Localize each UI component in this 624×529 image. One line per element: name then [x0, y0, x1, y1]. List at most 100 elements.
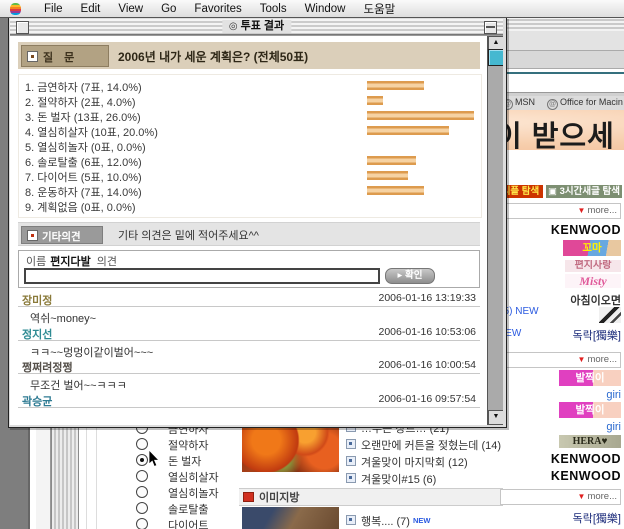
- menu-item-도움말[interactable]: 도움말: [354, 1, 404, 17]
- other-opinion-header: 기타의견 기타 의견은 밑에 적어주세요^^: [18, 222, 480, 246]
- vote-option-label: 솔로탈출: [168, 501, 208, 517]
- radio-button[interactable]: [136, 438, 148, 450]
- list-bullet-icon: [346, 456, 356, 466]
- vote-option-row: 솔로탈출: [102, 500, 252, 516]
- sidebar-banner-image[interactable]: 발찍이: [559, 402, 621, 418]
- poll-result-bar: [367, 111, 474, 120]
- poll-result-bar: [367, 186, 424, 195]
- comment-divider: [18, 407, 480, 408]
- question-label-box: 질 문: [21, 45, 109, 67]
- windowshade-box-icon[interactable]: [484, 21, 497, 34]
- more-link[interactable]: ▼more...: [578, 491, 617, 502]
- comment-divider: [18, 340, 480, 341]
- menu-item-Tools[interactable]: Tools: [251, 3, 296, 15]
- sidebar-text-item[interactable]: 아침이오면: [570, 292, 621, 308]
- new-badge: NEW: [413, 516, 431, 525]
- image-room-title: 이미지방: [259, 492, 299, 504]
- poll-result-row: 5. 열심히놀자 (0표, 0.0%): [19, 138, 479, 153]
- more-link[interactable]: ▼more...: [578, 205, 617, 216]
- image-room-header: 이미지방: [239, 488, 503, 506]
- menu-item-Window[interactable]: Window: [296, 3, 355, 15]
- image-room-item[interactable]: 행복.... (7)NEW: [346, 513, 430, 529]
- comment-timestamp: 2006-01-16 13:19:33: [379, 292, 477, 304]
- other-opinion-hint: 기타 의견은 밑에 적어주세요^^: [118, 227, 259, 243]
- sidebar-banner-image[interactable]: 꼬마: [563, 240, 621, 256]
- kenwood-logo[interactable]: KENWOOD: [551, 452, 621, 466]
- screen: FileEditViewGoFavoritesToolsWindow도움말 @ M…: [0, 0, 624, 529]
- sidebar-link[interactable]: giri: [606, 421, 621, 433]
- more-box[interactable]: ▼more...: [500, 352, 621, 368]
- menu-item-File[interactable]: File: [35, 3, 72, 15]
- radio-button[interactable]: [136, 454, 148, 466]
- radio-button[interactable]: [136, 502, 148, 514]
- mouse-cursor-icon: [148, 450, 160, 468]
- comment-timestamp: 2006-01-16 10:53:06: [379, 326, 477, 338]
- poll-result-row: 4. 열심히살자 (10표, 20.0%): [19, 123, 479, 138]
- sidebar-link[interactable]: giri: [606, 389, 621, 401]
- radio-button[interactable]: [136, 470, 148, 482]
- opinion-form: 이름편지다발의견 ▸ 확인: [18, 250, 480, 288]
- more-link[interactable]: ▼more...: [578, 354, 617, 365]
- menu-item-Favorites[interactable]: Favorites: [185, 3, 250, 15]
- window-title-bar[interactable]: ◎투표 결과: [10, 19, 503, 35]
- radio-button[interactable]: [136, 486, 148, 498]
- list-bullet-icon: [346, 473, 356, 483]
- menu-item-View[interactable]: View: [109, 3, 152, 15]
- sidebar-banner-image[interactable]: 편지사랑: [565, 260, 621, 272]
- comment-divider: [18, 373, 480, 374]
- opinion-input[interactable]: [24, 268, 380, 284]
- image-room-icon: [243, 492, 254, 502]
- comment-text: 무조건 벌어~~ㅋㅋㅋ: [30, 377, 127, 393]
- poll-window-icon: ◎: [229, 21, 238, 32]
- poll-result-row: 6. 솔로탈출 (6표, 12.0%): [19, 153, 479, 168]
- poll-result-bar: [367, 171, 408, 180]
- submit-button[interactable]: ▸ 확인: [385, 268, 435, 284]
- vertical-scrollbar[interactable]: ▲ ▼: [487, 36, 503, 425]
- kenwood-logo[interactable]: KENWOOD: [551, 469, 621, 483]
- menu-item-Go[interactable]: Go: [152, 3, 185, 15]
- sidebar-banner-image[interactable]: HERA♥: [559, 435, 621, 448]
- poll-results-list: 1. 금연하자 (7표, 14.0%)2. 절약하자 (2표, 4.0%)3. …: [18, 74, 482, 218]
- question-header: 질 문 2006년 내가 세운 계획은? (전체50표): [18, 42, 480, 69]
- comment-timestamp: 2006-01-16 10:00:54: [379, 359, 477, 371]
- more-box[interactable]: ▼more...: [500, 489, 621, 505]
- more-triangle-icon: ▼: [578, 355, 586, 364]
- square-bullet-icon: [27, 230, 38, 241]
- poll-result-row: 2. 절약하자 (2표, 4.0%): [19, 93, 479, 108]
- scroll-down-icon[interactable]: ▼: [488, 410, 503, 425]
- sidebar-banner-image[interactable]: [599, 307, 621, 323]
- kenwood-logo[interactable]: KENWOOD: [551, 223, 621, 237]
- poll-result-bar: [367, 156, 416, 165]
- scrollbar-thumb[interactable]: [488, 49, 503, 66]
- sidebar-banner-image[interactable]: 발찍이: [559, 370, 621, 386]
- more-triangle-icon: ▼: [578, 206, 586, 215]
- poll-question: 2006년 내가 세운 계획은? (전체50표): [118, 48, 308, 65]
- list-bullet-icon: [346, 439, 356, 449]
- comment-text: 역쉬~money~: [30, 310, 96, 326]
- comment-text: ㅋㅋ~~멍멍이같이벌어~~~: [30, 344, 153, 360]
- commenter-name-value: 편지다발: [50, 256, 90, 268]
- apple-menu-icon[interactable]: [10, 3, 21, 15]
- close-box-icon[interactable]: [16, 21, 29, 34]
- menu-item-Edit[interactable]: Edit: [72, 3, 110, 15]
- vote-option-row: 열심히놀자: [102, 484, 252, 500]
- vote-option-label: 다이어트: [168, 517, 208, 529]
- vote-option-label: 열심히놀자: [168, 485, 219, 501]
- favorite-icon: @: [547, 99, 558, 110]
- other-opinion-label-box: 기타의견: [21, 226, 103, 244]
- comment-divider: [18, 306, 480, 307]
- poll-result-bar: [367, 126, 449, 135]
- poll-result-row: 1. 금연하자 (7표, 14.0%): [19, 78, 479, 93]
- sidebar-banner-image[interactable]: Misty: [565, 274, 621, 288]
- sidebar-link[interactable]: 독락[獨樂]: [573, 327, 621, 343]
- more-box[interactable]: ▼more...: [500, 203, 621, 219]
- favorite-item[interactable]: @Office for Macin: [547, 97, 623, 110]
- new-posts-badge[interactable]: ▣ 3시간새글 탐색: [546, 185, 622, 198]
- sidebar-link[interactable]: 독락[獨樂]: [573, 510, 621, 526]
- list-bullet-icon: [346, 515, 356, 525]
- image-room-photo[interactable]: [242, 507, 339, 529]
- window-title: ◎투표 결과: [222, 20, 291, 33]
- radio-button[interactable]: [136, 518, 148, 529]
- vote-option-label: 돈 벌자: [168, 453, 201, 469]
- poll-result-window: ◎투표 결과 질 문 2006년 내가 세운 계획은? (전체50표) 1. 금…: [8, 17, 507, 428]
